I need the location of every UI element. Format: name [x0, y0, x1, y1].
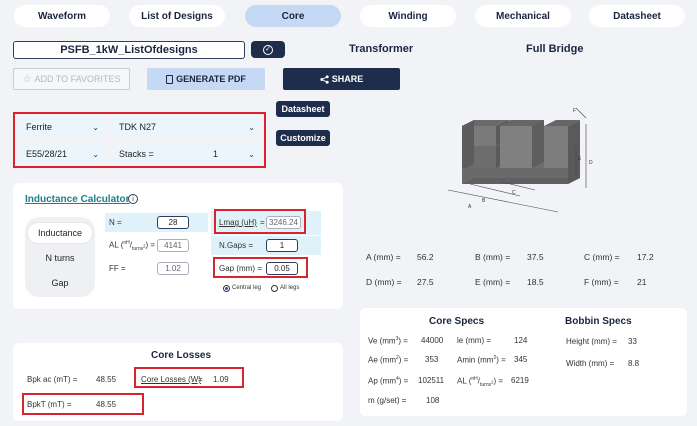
ngaps-input[interactable]: 1 [266, 239, 298, 252]
bpk-ac-value: 48.55 [96, 375, 117, 384]
inductance-calculator-title[interactable]: Inductance Calculator [25, 194, 129, 205]
mode-tab-inductance[interactable]: Inductance [28, 223, 92, 243]
topology-label: Full Bridge [526, 43, 584, 55]
dim-b-label: B (mm) = [475, 252, 511, 262]
al-label: AL (nH/turns2) = [109, 240, 156, 253]
core-selection-highlight [13, 112, 266, 168]
add-to-favorites-label: ADD TO FAVORITES [34, 74, 121, 84]
m-label: m (g/set) = [368, 396, 407, 405]
ff-label: FF = [109, 264, 126, 273]
lmag-highlight [214, 209, 306, 234]
dim-letter-e: E [578, 156, 582, 162]
bobbin-height-value: 33 [628, 337, 637, 346]
transformer-label: Transformer [349, 43, 414, 55]
ae-value: 353 [425, 355, 439, 364]
al-spec-value: 6219 [511, 376, 529, 385]
core-losses-highlight [134, 367, 244, 388]
le-value: 124 [514, 336, 528, 345]
generate-pdf-button[interactable]: GENERATE PDF [147, 68, 265, 90]
design-name-field[interactable]: PSFB_1kW_ListOfdesigns [13, 41, 245, 59]
bobbin-specs-title: Bobbin Specs [565, 316, 632, 327]
dim-letter-f: F [573, 108, 576, 114]
calculator-mode-tabs: Inductance N turns Gap [25, 217, 95, 297]
ff-value-field: 1.02 [157, 262, 189, 275]
radio-central-leg[interactable] [223, 285, 230, 292]
dim-a-value: 56.2 [417, 252, 434, 262]
dim-a-label: A (mm) = [366, 252, 401, 262]
core-losses-title: Core Losses [151, 350, 212, 361]
ae-label: Ae (mm2) = [368, 355, 409, 365]
al-value-field: 4141 [157, 239, 189, 252]
radio-all-legs-label: All legs [280, 285, 300, 291]
tab-datasheet[interactable]: Datasheet [589, 5, 685, 27]
e-core-drawing: A B C D E F [447, 107, 593, 213]
n-label: N = [109, 218, 122, 227]
m-value: 108 [426, 396, 440, 405]
dim-letter-b: B [482, 198, 486, 204]
bpkt-highlight [22, 393, 144, 415]
dim-e-value: 18.5 [527, 277, 544, 287]
share-button[interactable]: SHARE [283, 68, 400, 90]
generate-pdf-label: GENERATE PDF [176, 74, 246, 84]
ap-value: 102511 [418, 376, 445, 385]
dim-f-label: F (mm) = [584, 277, 619, 287]
amin-value: 345 [514, 355, 528, 364]
share-icon [320, 74, 329, 84]
ap-label: Ap (mm4) = [368, 376, 409, 386]
core-specs-title: Core Specs [429, 316, 485, 327]
n-input[interactable]: 28 [157, 216, 189, 229]
dim-f-value: 21 [637, 277, 647, 287]
bpk-ac-label: Bpk ac (mT) = [27, 375, 78, 384]
tab-winding[interactable]: Winding [360, 5, 456, 27]
confirm-name-button[interactable]: ✓ [251, 41, 285, 58]
dim-d-value: 27.5 [417, 277, 434, 287]
share-label: SHARE [331, 74, 364, 84]
ve-value: 44000 [421, 336, 444, 345]
ngaps-label: N.Gaps = [219, 241, 254, 250]
dim-d-label: D (mm) = [366, 277, 402, 287]
amin-label: Amin (mm2) = [457, 355, 506, 365]
tab-list-of-designs[interactable]: List of Designs [129, 5, 225, 27]
tab-mechanical[interactable]: Mechanical [475, 5, 571, 27]
customize-button[interactable]: Customize [276, 130, 330, 146]
tab-core[interactable]: Core [245, 5, 341, 27]
bobbin-width-value: 8.8 [628, 359, 640, 368]
pdf-file-icon [166, 74, 174, 84]
dim-letter-a: A [468, 204, 472, 210]
bobbin-width-label: Width (mm) = [566, 359, 615, 368]
radio-all-legs[interactable] [271, 285, 278, 292]
dim-e-label: E (mm) = [475, 277, 511, 287]
bobbin-height-label: Height (mm) = [566, 337, 617, 346]
dim-c-label: C (mm) = [584, 252, 620, 262]
tab-waveform[interactable]: Waveform [14, 5, 110, 27]
datasheet-button[interactable]: Datasheet [276, 101, 330, 117]
dim-b-value: 37.5 [527, 252, 544, 262]
dim-letter-c: C [512, 190, 516, 196]
le-label: le (mm) = [457, 336, 491, 345]
dim-letter-d: D [589, 160, 593, 166]
mode-tab-n-turns[interactable]: N turns [25, 248, 95, 268]
ve-label: Ve (mm3) = [368, 336, 408, 346]
info-icon[interactable]: i [128, 194, 138, 204]
mode-tab-gap[interactable]: Gap [25, 273, 95, 293]
add-to-favorites-button[interactable]: ☆ ADD TO FAVORITES [13, 68, 130, 90]
gap-highlight [213, 257, 308, 278]
al-spec-label: AL (nH/turns2) = [457, 376, 504, 389]
radio-central-leg-label: Central leg [232, 285, 262, 291]
dim-c-value: 17.2 [637, 252, 654, 262]
check-circle-icon: ✓ [263, 44, 273, 55]
star-icon: ☆ [22, 73, 32, 85]
